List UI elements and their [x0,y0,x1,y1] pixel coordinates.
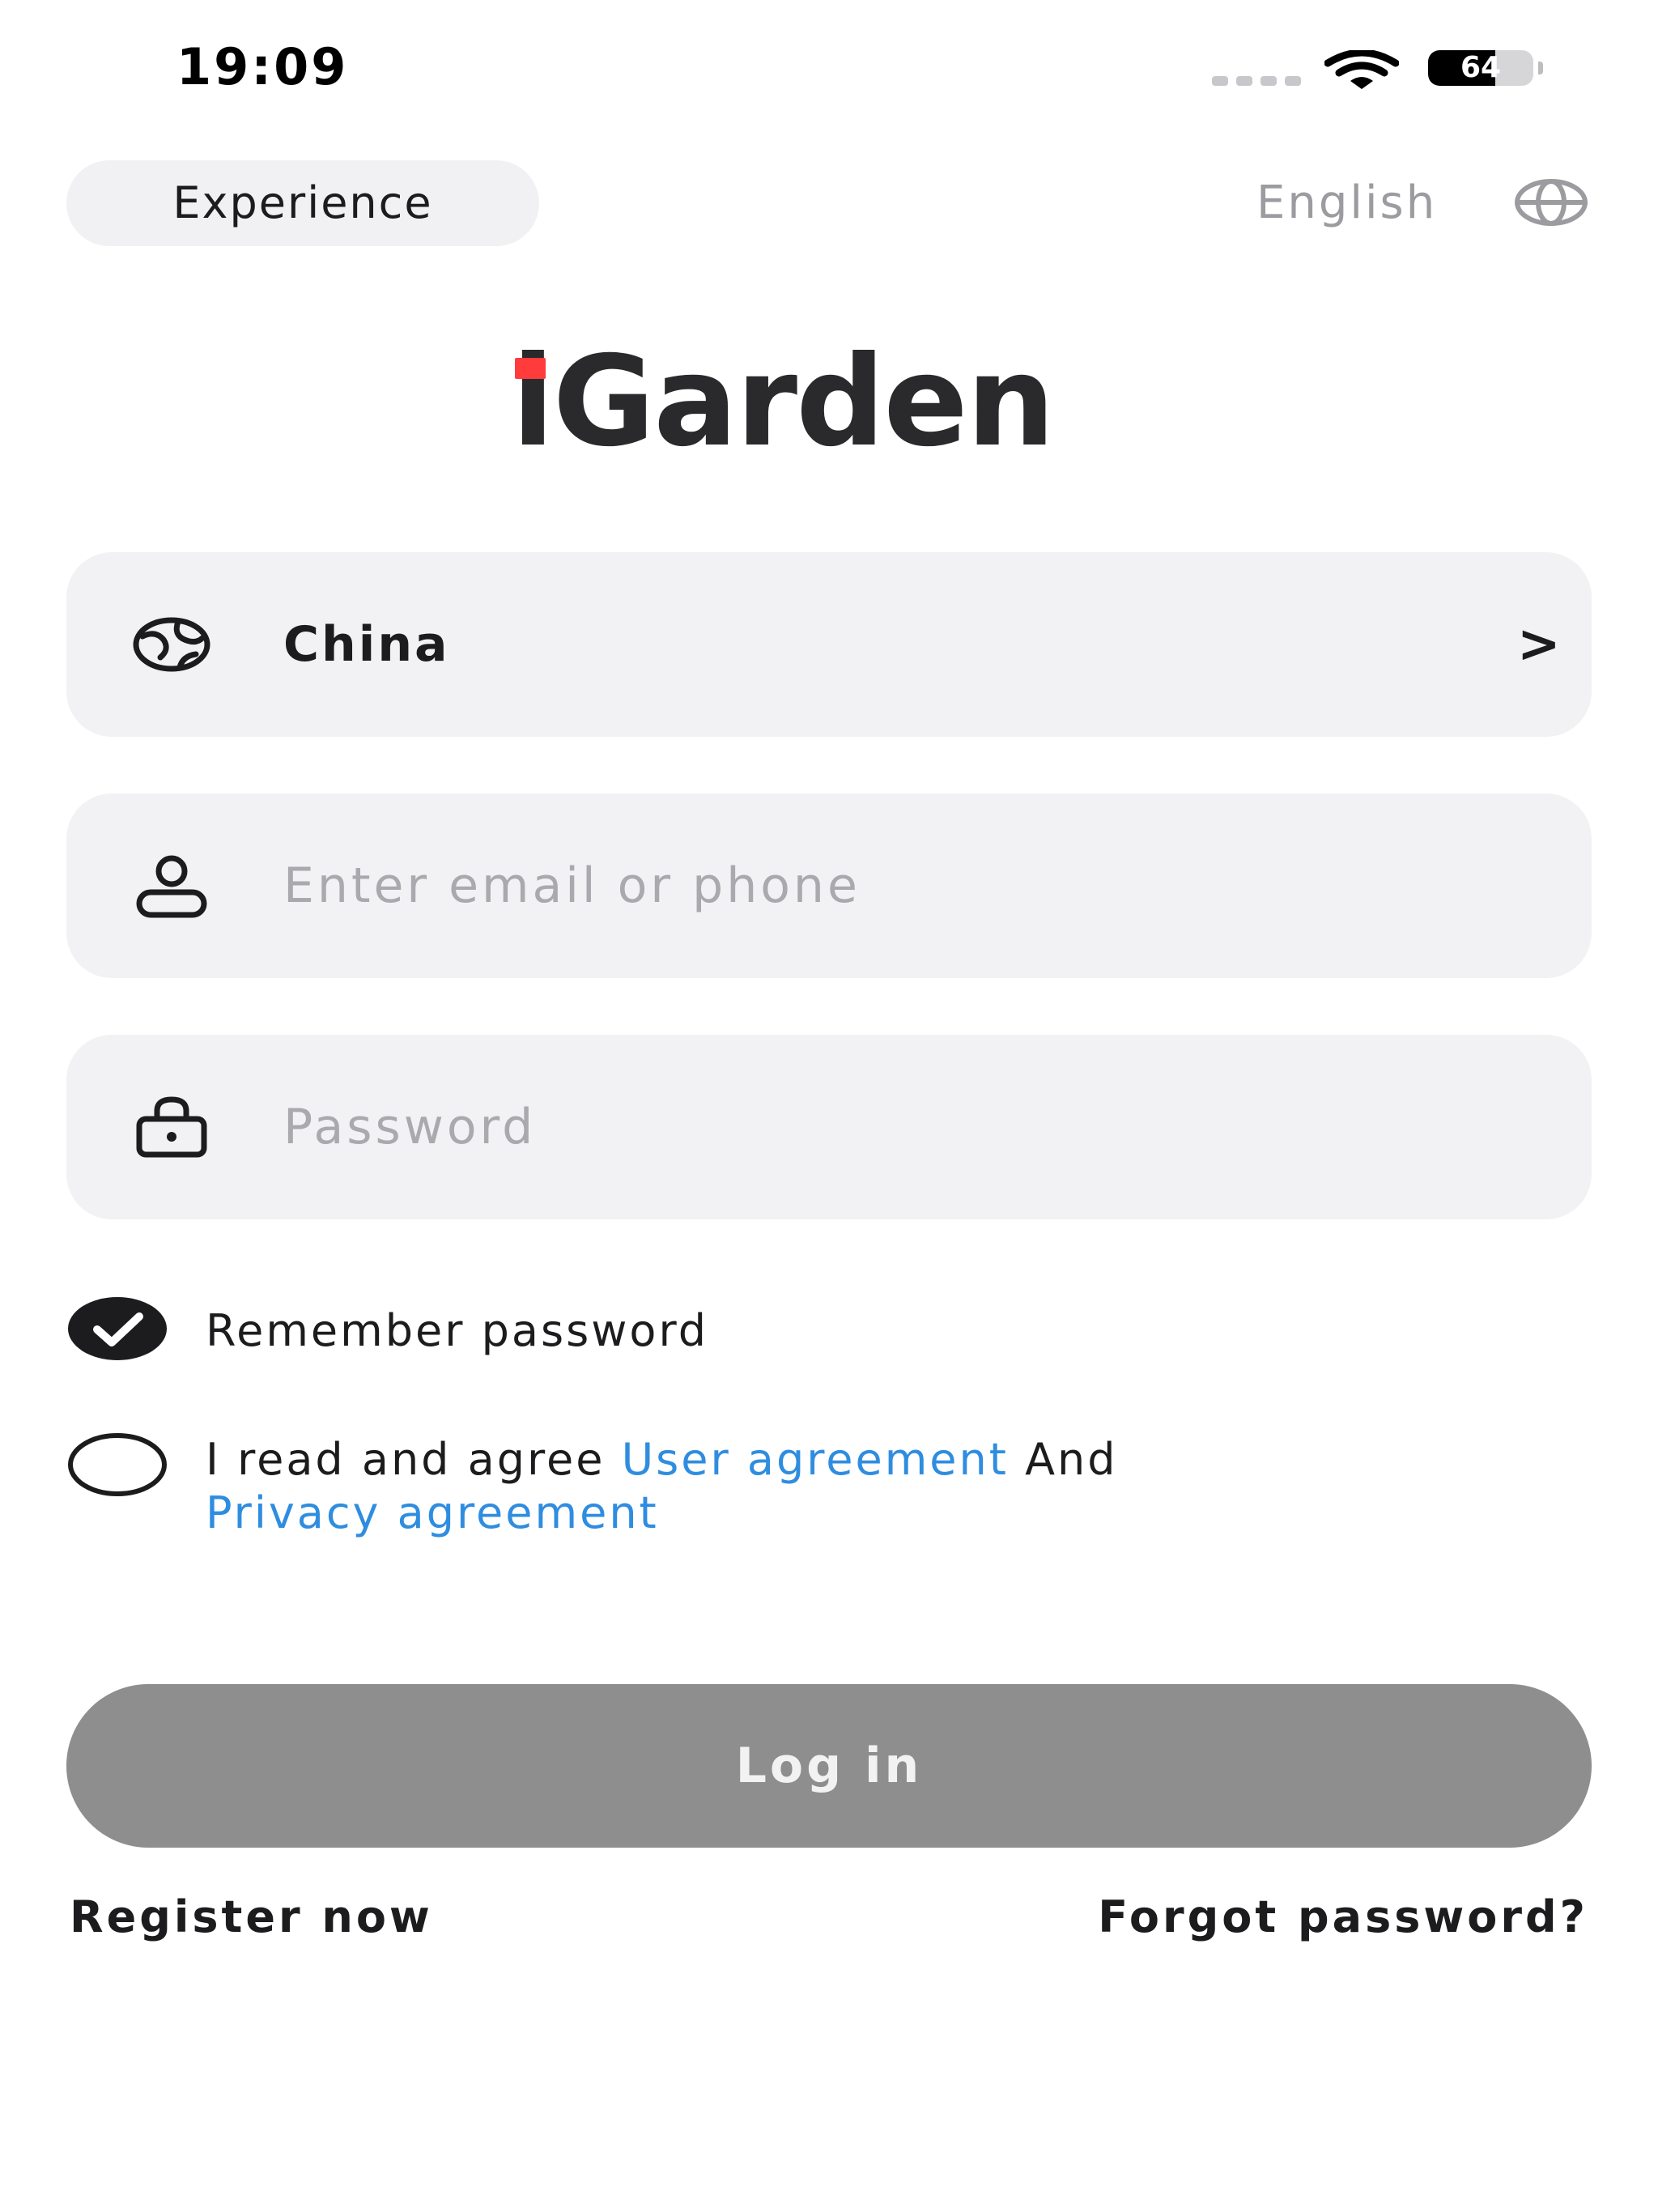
globe-icon [133,617,210,672]
password-input[interactable] [283,1067,1538,1187]
agreement-checkbox[interactable] [66,1431,168,1498]
region-selector[interactable]: China > [66,552,1592,737]
remember-password-label[interactable]: Remember password [206,1305,708,1356]
user-agreement-link[interactable]: User agreement [622,1434,1009,1485]
wifi-icon [1324,50,1399,89]
app-logo: iGarden [512,330,1055,474]
region-value: China [283,616,450,673]
status-time: 19:09 [176,37,349,96]
battery-indicator: 64 [1428,50,1543,87]
register-now-link[interactable]: Register now [70,1891,433,1942]
forgot-password-link[interactable]: Forgot password? [1098,1891,1588,1942]
email-phone-input[interactable] [283,826,1538,946]
agreement-prefix: I read and agree [206,1434,622,1485]
user-icon [136,855,207,918]
privacy-agreement-link[interactable]: Privacy agreement [206,1487,659,1538]
logo-accent-dot [515,358,546,379]
globe-icon[interactable] [1514,178,1588,227]
lock-icon [136,1096,207,1158]
cellular-signal-icon [1212,76,1301,86]
battery-level: 64 [1460,51,1502,84]
language-selector-label[interactable]: English [1256,177,1437,229]
chevron-right-icon: > [1517,615,1561,674]
login-button[interactable]: Log in [66,1684,1592,1848]
experience-button[interactable]: Experience [66,160,539,246]
account-field [66,793,1592,978]
remember-password-checkbox[interactable] [66,1295,168,1362]
agreement-and: And [1008,1434,1118,1485]
password-field [66,1035,1592,1219]
agreement-text: I read and agree User agreement And Priva… [206,1433,1469,1540]
